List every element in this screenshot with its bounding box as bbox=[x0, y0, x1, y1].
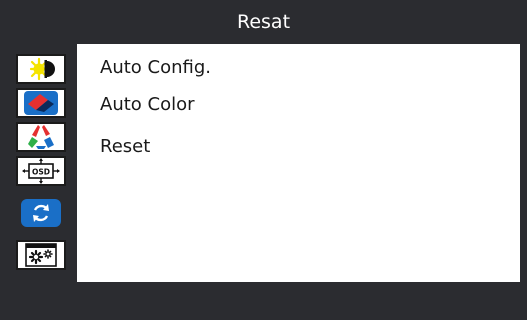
color-icon bbox=[28, 125, 54, 149]
sidebar-item-brightness[interactable] bbox=[16, 54, 66, 84]
title-bar: Resat bbox=[0, 0, 527, 44]
menu-item-auto-config[interactable]: Auto Config. bbox=[100, 57, 211, 78]
sidebar: OSD bbox=[7, 44, 77, 282]
osd-label: OSD bbox=[32, 168, 50, 177]
image-adjust-icon bbox=[24, 91, 58, 115]
footer-bar bbox=[0, 282, 527, 320]
sidebar-item-color[interactable] bbox=[16, 122, 66, 152]
menu-item-reset[interactable]: Reset bbox=[100, 136, 150, 157]
sidebar-item-image[interactable] bbox=[16, 88, 66, 118]
other-settings-icon bbox=[25, 243, 57, 267]
page-title: Resat bbox=[236, 11, 291, 33]
osd-settings-icon: OSD bbox=[22, 158, 60, 184]
brightness-contrast-icon bbox=[29, 57, 55, 81]
sidebar-item-osd[interactable]: OSD bbox=[16, 156, 66, 186]
sidebar-item-reset[interactable] bbox=[21, 199, 61, 227]
sidebar-item-other-settings[interactable] bbox=[16, 240, 66, 270]
menu-panel: Auto Config. Auto Color Reset bbox=[77, 44, 520, 282]
reset-icon bbox=[33, 204, 49, 222]
osd-window: Resat OSD Auto Config. Auto Color Reset bbox=[0, 0, 527, 320]
menu-item-auto-color[interactable]: Auto Color bbox=[100, 94, 195, 115]
